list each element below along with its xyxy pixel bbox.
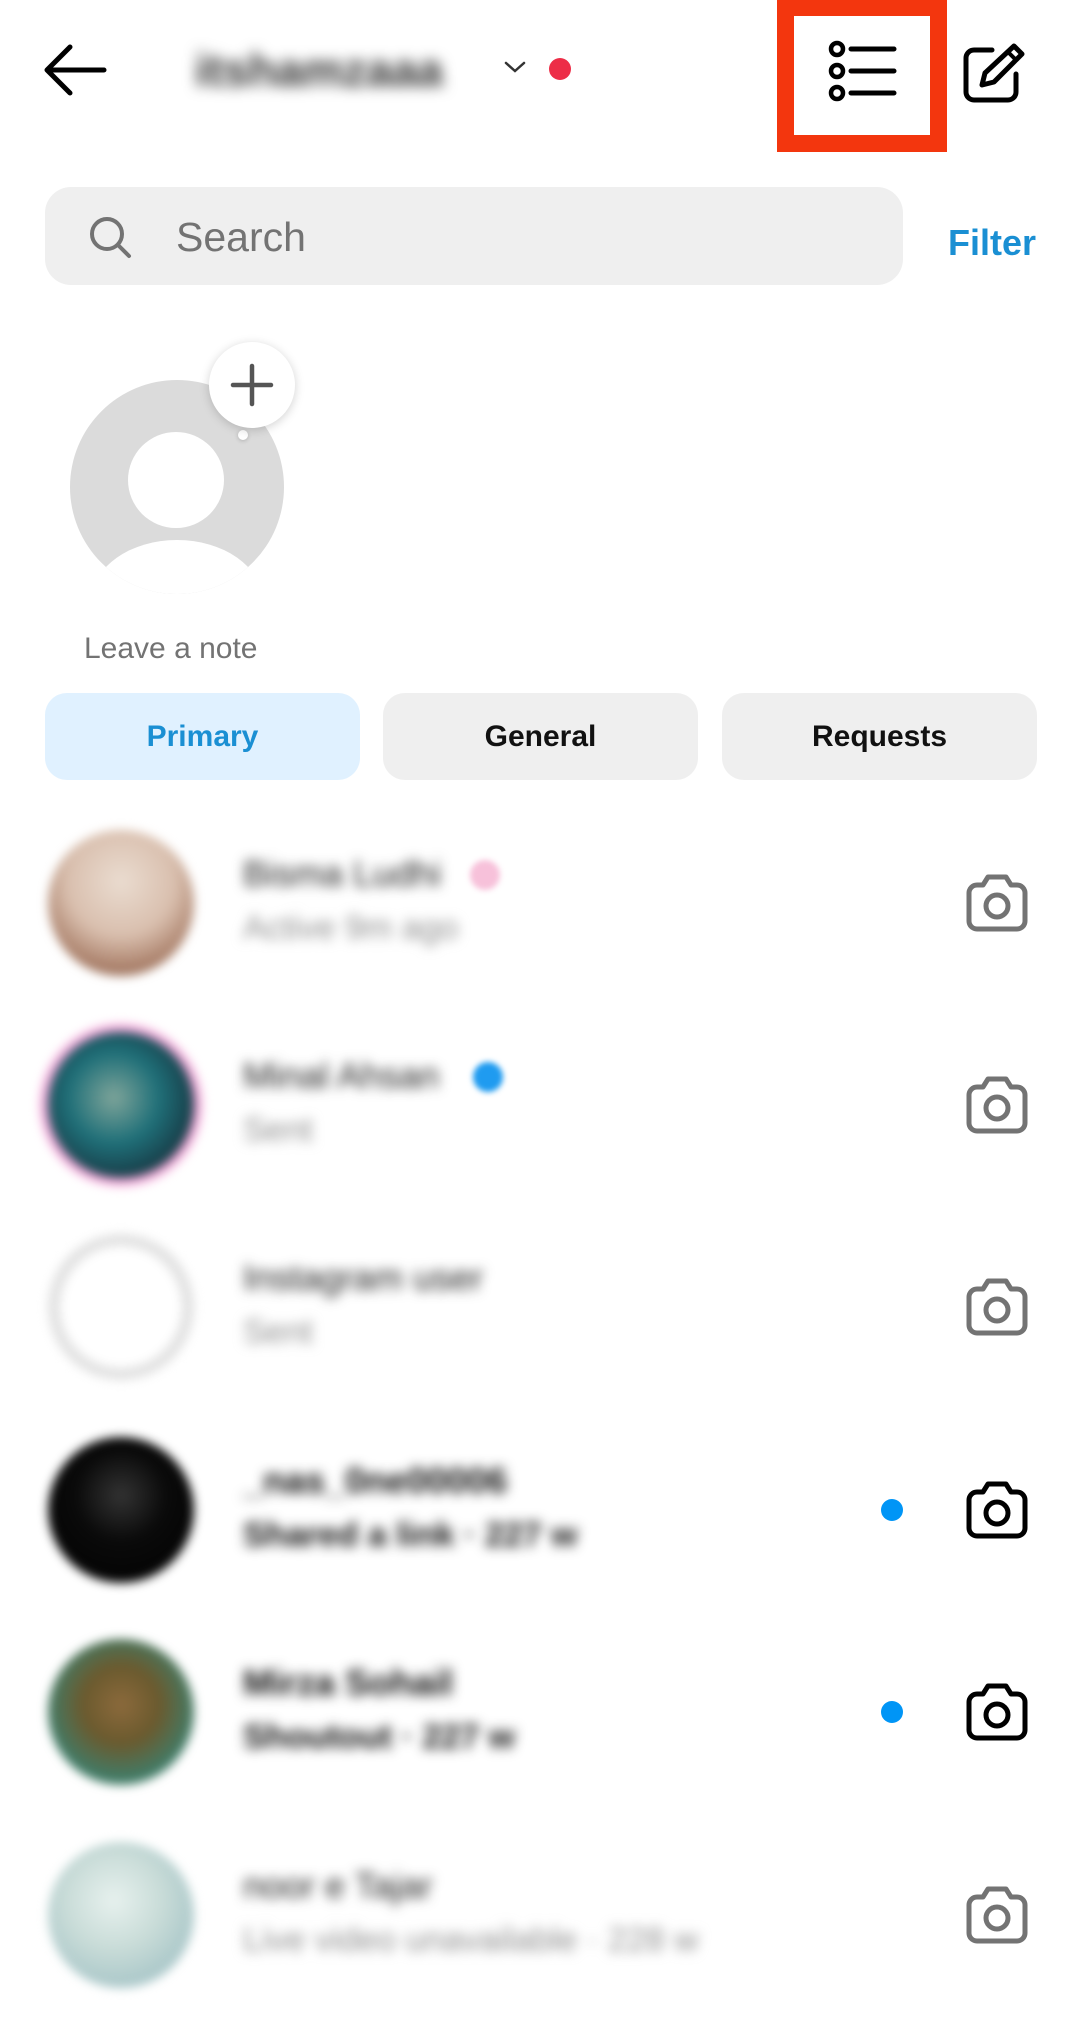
unread-dot — [881, 1701, 903, 1723]
chevron-down-icon — [504, 61, 526, 73]
camera-icon — [966, 1076, 1028, 1134]
avatar[interactable] — [48, 1234, 194, 1380]
conversation-row[interactable]: _nas_0ne00006 Shared a link · 227 w — [0, 1410, 1080, 1610]
camera-icon — [966, 1683, 1028, 1741]
unread-dot — [881, 1499, 903, 1521]
conversation-name: Mirza Sohail — [243, 1662, 454, 1703]
tab-general[interactable]: General — [383, 693, 698, 780]
conversation-row[interactable]: Mirza Sohail Shoutout · 227 w — [0, 1612, 1080, 1812]
note-bubble-tail — [238, 430, 248, 440]
camera-button[interactable] — [964, 1075, 1030, 1135]
search-icon — [88, 215, 132, 259]
camera-icon — [966, 1278, 1028, 1336]
camera-button[interactable] — [964, 1480, 1030, 1540]
camera-button[interactable] — [964, 1682, 1030, 1742]
account-switch-button[interactable] — [503, 58, 527, 76]
conversation-name: Instagram user — [243, 1257, 484, 1298]
plus-icon — [229, 362, 275, 408]
conversation-name: Minal Ahsan — [243, 1055, 440, 1096]
conversation-subtitle: Active 9m ago — [243, 909, 459, 947]
conversation-row[interactable]: noor e Tajar Live video unavailable · 228… — [0, 1815, 1080, 2015]
camera-icon — [966, 874, 1028, 932]
camera-button[interactable] — [964, 1885, 1030, 1945]
conversation-subtitle: Sent — [243, 1111, 313, 1149]
conversation-subtitle: Sent — [243, 1313, 313, 1351]
conversation-name: Bisma Ludhi — [243, 853, 442, 894]
conversation-row[interactable]: Bisma Ludhi Active 9m ago — [0, 803, 1080, 1003]
camera-icon — [966, 1886, 1028, 1944]
avatar[interactable] — [48, 830, 194, 976]
notification-dot — [549, 58, 571, 80]
conversation-subtitle: Shared a link · 227 w — [243, 1516, 578, 1554]
conversation-subtitle: Shoutout · 227 w — [243, 1718, 515, 1756]
conversation-name: noor e Tajar — [243, 1865, 433, 1906]
avatar[interactable] — [48, 1032, 194, 1178]
list-view-button[interactable] — [828, 40, 898, 102]
arrow-left-icon — [44, 44, 107, 96]
conversation-row[interactable]: Minal Ahsan Sent — [0, 1005, 1080, 1205]
conversation-subtitle: Live video unavailable · 228 w — [243, 1921, 699, 1959]
tab-primary[interactable]: Primary — [45, 693, 360, 780]
new-message-button[interactable] — [962, 40, 1028, 104]
filter-button[interactable]: Filter — [948, 222, 1036, 264]
conversation-name: _nas_0ne00006 — [243, 1460, 508, 1501]
note-label: Leave a note — [84, 632, 258, 665]
search-input[interactable] — [176, 210, 876, 264]
camera-button[interactable] — [964, 1277, 1030, 1337]
tab-requests[interactable]: Requests — [722, 693, 1037, 780]
back-button[interactable] — [40, 40, 110, 100]
camera-button[interactable] — [964, 873, 1030, 933]
edit-square-icon — [963, 43, 1025, 103]
avatar[interactable] — [48, 1639, 194, 1785]
avatar[interactable] — [48, 1842, 194, 1988]
avatar-placeholder-head — [128, 432, 224, 528]
heart-emoji-icon — [470, 860, 500, 890]
account-username[interactable]: itshamzaaa — [195, 40, 443, 100]
verified-badge-icon — [473, 1062, 503, 1092]
bulleted-list-icon — [828, 40, 897, 102]
avatar-placeholder-body — [92, 540, 262, 594]
conversation-row[interactable]: Instagram user Sent — [0, 1207, 1080, 1407]
camera-icon — [966, 1481, 1028, 1539]
avatar[interactable] — [48, 1437, 194, 1583]
